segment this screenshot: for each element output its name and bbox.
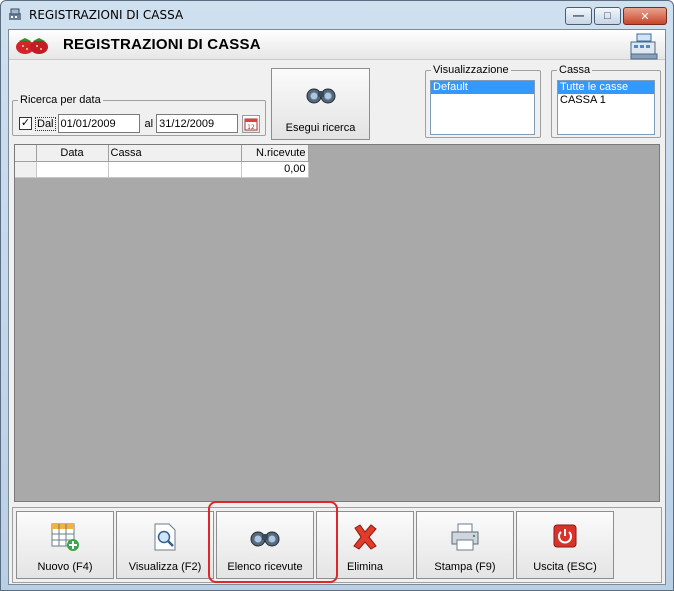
cell-cassa[interactable] <box>108 161 242 178</box>
search-button-label: Esegui ricerca <box>285 122 356 134</box>
list-item[interactable]: CASSA 1 <box>558 94 654 107</box>
visualizza-label: Visualizza (F2) <box>128 561 202 573</box>
from-date-input[interactable] <box>57 114 140 133</box>
close-icon: ✕ <box>640 10 650 23</box>
cassa-legend: Cassa <box>559 64 591 76</box>
visualizzazione-legend: Visualizzazione <box>433 64 509 76</box>
row-indicator-header <box>15 145 37 162</box>
window-title: REGISTRAZIONI DI CASSA <box>29 8 184 22</box>
client-area: REGISTRAZIONI DI CASSA Ricerca per data … <box>8 29 666 585</box>
minimize-button[interactable]: — <box>565 7 592 25</box>
title-bar[interactable]: REGISTRAZIONI DI CASSA — □ ✕ <box>1 1 673 29</box>
stampa-button[interactable]: Stampa (F9) <box>416 511 514 579</box>
nuovo-label: Nuovo (F4) <box>37 561 93 573</box>
strawberry-icon <box>16 38 48 54</box>
visualizzazione-group: Visualizzazione Default <box>425 64 541 138</box>
cell-data[interactable] <box>36 161 109 178</box>
grid-area: Data Cassa N.ricevute 0,00 <box>14 144 660 502</box>
elenco-ricevute-button[interactable]: Elenco ricevute <box>216 511 314 579</box>
list-item[interactable]: Tutte le casse <box>558 81 654 94</box>
elimina-label: Elimina <box>346 561 384 573</box>
column-header-n-ricevute[interactable]: N.ricevute <box>241 145 309 162</box>
cash-register-icon <box>630 33 658 60</box>
to-date-input[interactable] <box>156 114 239 133</box>
row-indicator <box>15 161 37 178</box>
column-header-cassa[interactable]: Cassa <box>108 145 242 162</box>
calendar-icon: 12 <box>244 118 258 131</box>
bottom-toolbar: Nuovo (F4) Visualizza (F2) Elenco ricevu… <box>12 501 662 583</box>
visualizzazione-list[interactable]: Default <box>430 80 535 135</box>
uscita-button[interactable]: Uscita (ESC) <box>516 511 614 579</box>
page-title: REGISTRAZIONI DI CASSA <box>63 36 261 53</box>
main-window: REGISTRAZIONI DI CASSA — □ ✕ REGISTRAZIO… <box>0 0 674 591</box>
binoculars-icon <box>250 531 280 547</box>
date-search-group: Ricerca per data ✓ Dal al 12 <box>12 94 266 136</box>
elimina-button[interactable]: Elimina <box>316 511 414 579</box>
minimize-icon: — <box>573 10 584 22</box>
grid-add-icon <box>51 523 79 551</box>
printer-icon <box>451 523 479 551</box>
maximize-icon: □ <box>604 10 611 22</box>
date-search-legend: Ricerca per data <box>20 94 101 106</box>
to-label: al <box>144 117 154 130</box>
header-band: REGISTRAZIONI DI CASSA <box>9 30 665 60</box>
table-row[interactable]: 0,00 <box>15 161 309 178</box>
svg-text:12: 12 <box>247 124 255 131</box>
cell-n-ricevute[interactable]: 0,00 <box>241 161 309 178</box>
from-label: Dal <box>35 116 56 131</box>
table-header-row: Data Cassa N.ricevute <box>15 145 309 162</box>
stampa-label: Stampa (F9) <box>434 561 496 573</box>
date-filter-checkbox[interactable]: ✓ <box>19 117 32 130</box>
cassa-group: Cassa Tutte le casse CASSA 1 <box>551 64 661 138</box>
app-icon <box>7 7 23 23</box>
calendar-button[interactable]: 12 <box>242 114 261 133</box>
document-search-icon <box>154 523 176 551</box>
window-controls: — □ ✕ <box>565 7 667 25</box>
list-item[interactable]: Default <box>431 81 534 94</box>
elenco-ricevute-label: Elenco ricevute <box>227 561 303 573</box>
results-table: Data Cassa N.ricevute 0,00 <box>15 145 309 178</box>
visualizza-button[interactable]: Visualizza (F2) <box>116 511 214 579</box>
uscita-label: Uscita (ESC) <box>533 561 597 573</box>
cassa-list[interactable]: Tutte le casse CASSA 1 <box>557 80 655 135</box>
red-x-icon <box>353 524 377 550</box>
power-icon <box>553 524 577 548</box>
maximize-button[interactable]: □ <box>594 7 621 25</box>
search-button[interactable]: Esegui ricerca <box>271 68 370 140</box>
nuovo-button[interactable]: Nuovo (F4) <box>16 511 114 579</box>
close-button[interactable]: ✕ <box>623 7 667 25</box>
binoculars-icon <box>306 88 335 104</box>
column-header-data[interactable]: Data <box>36 145 109 162</box>
